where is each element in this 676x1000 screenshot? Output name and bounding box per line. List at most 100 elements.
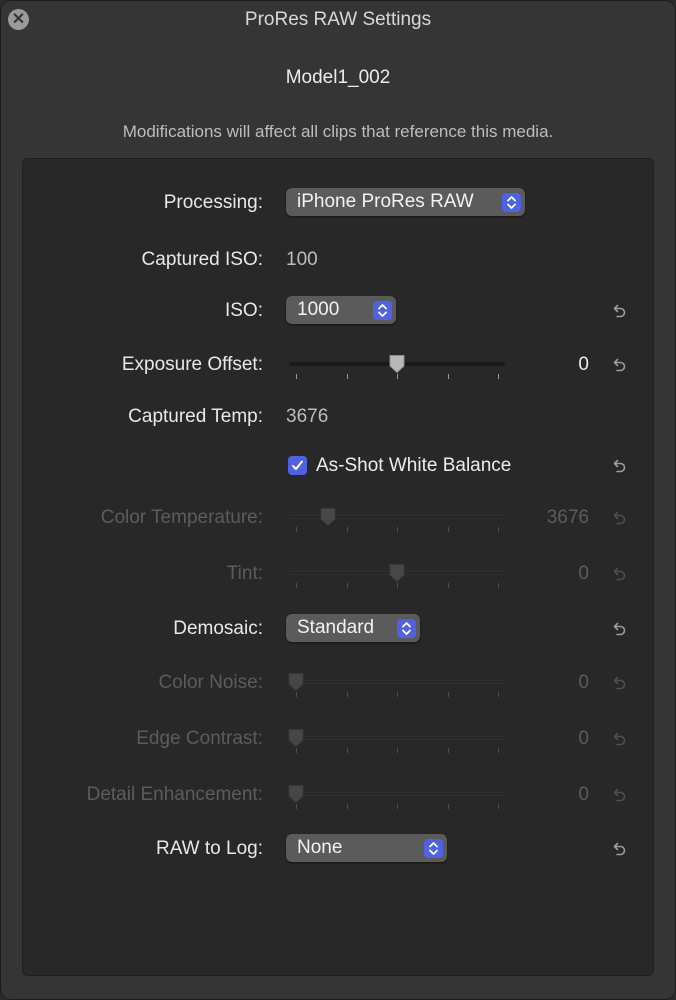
captured-temp-row: Captured Temp: 3676 [23, 399, 653, 435]
exposure-offset-slider[interactable] [287, 347, 507, 383]
processing-label: Processing: [163, 192, 263, 213]
slider-tick [397, 583, 398, 588]
reset-icon[interactable] [610, 840, 628, 858]
slider-tick [498, 804, 499, 809]
slider-tick [447, 804, 449, 809]
close-icon[interactable]: ✕ [8, 9, 29, 30]
demosaic-value: Standard [297, 617, 375, 638]
color-noise-slider [287, 665, 507, 701]
slider-tick [296, 374, 297, 379]
detail-enhancement-row: Detail Enhancement: 0 [23, 777, 653, 813]
slider-tick [397, 692, 398, 697]
raw-to-log-label: RAW to Log: [155, 838, 263, 859]
captured-temp-value: 3676 [286, 406, 329, 427]
slider-tick [296, 748, 297, 753]
color-temperature-row: Color Temperature: 3676 [23, 500, 653, 536]
slider-tick [447, 527, 449, 532]
slider-tick [447, 374, 449, 379]
as-shot-white-balance-label[interactable]: As-Shot White Balance [316, 448, 511, 484]
slider-tick [397, 804, 398, 809]
raw-to-log-popup[interactable]: None [286, 834, 447, 862]
slider-track [289, 792, 505, 796]
edge-contrast-row: Edge Contrast: 0 [23, 721, 653, 757]
edge-contrast-value: 0 [578, 728, 589, 749]
window-title: ProRes RAW Settings [244, 9, 432, 30]
color-temperature-label: Color Temperature: [100, 507, 263, 528]
captured-iso-row: Captured ISO: 100 [23, 242, 653, 278]
prores-raw-settings-window: ProRes RAW Settings ✕ Model1_002 Modific… [0, 0, 676, 1000]
slider-tick [397, 374, 398, 379]
demosaic-row: Demosaic: Standard [23, 611, 653, 647]
processing-popup[interactable]: iPhone ProRes RAW [286, 188, 525, 216]
chevron-updown-icon [502, 193, 521, 212]
raw-to-log-value: None [297, 837, 343, 858]
tint-row: Tint: 0 [23, 556, 653, 592]
slider-thumb [287, 672, 305, 692]
slider-tick [296, 692, 297, 697]
reset-icon[interactable] [610, 457, 628, 475]
slider-tick [498, 374, 499, 379]
captured-iso-value: 100 [286, 249, 318, 270]
reset-icon[interactable] [610, 620, 628, 638]
raw-to-log-row: RAW to Log: None [23, 831, 653, 867]
detail-enhancement-label: Detail Enhancement: [86, 784, 263, 805]
slider-tick [397, 748, 398, 753]
processing-value: iPhone ProRes RAW [297, 191, 474, 212]
captured-iso-label: Captured ISO: [141, 249, 263, 270]
processing-row: Processing: iPhone ProRes RAW [23, 185, 653, 221]
demosaic-label: Demosaic: [173, 618, 263, 639]
chevron-updown-icon [373, 301, 392, 320]
color-temperature-slider [287, 500, 507, 536]
detail-enhancement-slider [287, 777, 507, 813]
slider-tick [447, 748, 449, 753]
reset-icon [610, 786, 628, 804]
reset-icon [610, 674, 628, 692]
slider-tick [346, 527, 348, 532]
as-shot-white-balance-checkbox[interactable] [288, 456, 307, 475]
edge-contrast-label: Edge Contrast: [136, 728, 263, 749]
slider-tick [346, 804, 348, 809]
slider-thumb [388, 563, 406, 583]
tint-slider [287, 556, 507, 592]
chevron-updown-icon [397, 619, 416, 638]
slider-tick [346, 692, 348, 697]
exposure-offset-label: Exposure Offset: [121, 354, 263, 375]
slider-tick [498, 748, 499, 753]
slider-thumb [319, 507, 337, 527]
slider-track [289, 680, 505, 684]
reset-icon [610, 730, 628, 748]
slider-tick [397, 527, 398, 532]
color-noise-value: 0 [578, 672, 589, 693]
slider-tick [346, 748, 348, 753]
color-noise-label: Color Noise: [158, 672, 263, 693]
tint-value: 0 [578, 563, 589, 584]
slider-tick [447, 583, 449, 588]
reset-icon [610, 509, 628, 527]
captured-temp-label: Captured Temp: [128, 406, 263, 427]
slider-tick [447, 692, 449, 697]
iso-popup[interactable]: 1000 [286, 296, 396, 324]
reset-icon[interactable] [610, 302, 628, 320]
slider-tick [498, 583, 499, 588]
slider-thumb [287, 728, 305, 748]
iso-row: ISO: 1000 [23, 293, 653, 329]
slider-tick [296, 804, 297, 809]
slider-tick [296, 583, 297, 588]
slider-tick [498, 527, 499, 532]
tint-label: Tint: [226, 563, 263, 584]
notice-text: Modifications will affect all clips that… [122, 122, 554, 141]
iso-value: 1000 [297, 299, 340, 320]
detail-enhancement-value: 0 [578, 784, 589, 805]
as-shot-white-balance-row: As-Shot White Balance [23, 448, 653, 484]
exposure-offset-value: 0 [578, 354, 589, 375]
iso-label: ISO: [224, 300, 263, 321]
demosaic-popup[interactable]: Standard [286, 614, 420, 642]
reset-icon [610, 565, 628, 583]
slider-track [289, 736, 505, 740]
edge-contrast-slider [287, 721, 507, 757]
slider-tick [296, 527, 297, 532]
slider-tick [346, 374, 348, 379]
exposure-offset-row: Exposure Offset: 0 [23, 347, 653, 383]
slider-thumb[interactable] [388, 354, 406, 374]
reset-icon[interactable] [610, 356, 628, 374]
